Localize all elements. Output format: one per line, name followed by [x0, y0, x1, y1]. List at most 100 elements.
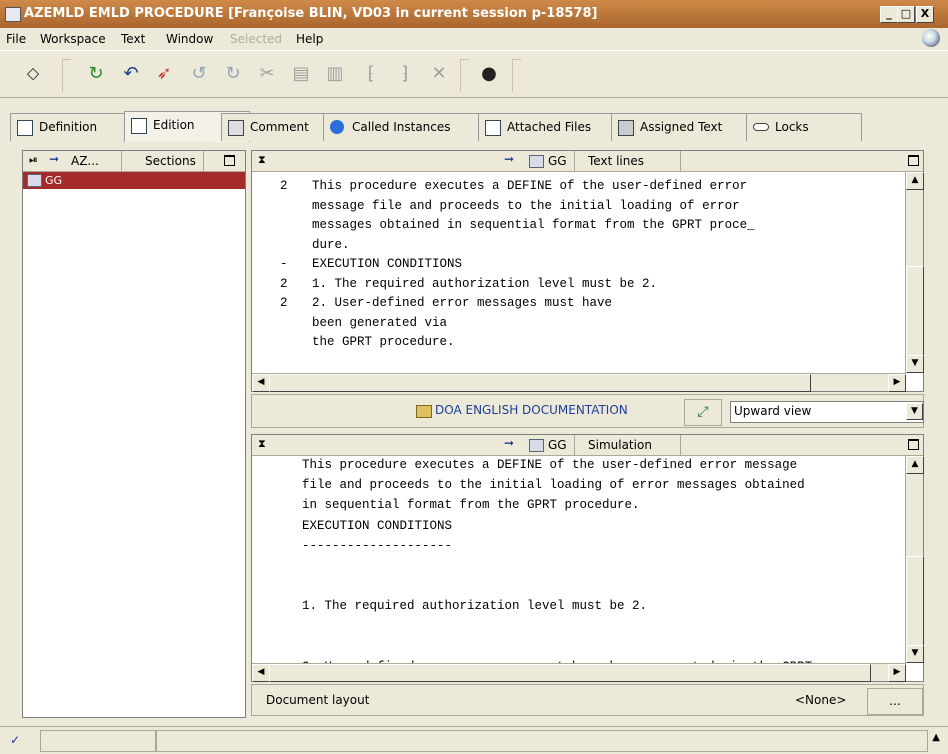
tab-locks[interactable]: Locks	[746, 113, 862, 141]
text-line: messages obtained in sequential format f…	[312, 218, 755, 232]
minimize-button[interactable]: _	[880, 6, 898, 23]
edition-icon	[131, 118, 147, 134]
chevron-up-icon[interactable]: ▲	[932, 732, 940, 743]
document-layout-button[interactable]: ...	[867, 688, 923, 715]
menu-text[interactable]: Text	[121, 32, 145, 46]
simulation-line: EXECUTION CONDITIONS	[302, 518, 453, 533]
menu-workspace[interactable]: Workspace	[40, 32, 106, 46]
undo-icon[interactable]: ↶	[118, 61, 144, 87]
document-icon	[529, 439, 544, 452]
scroll-up-icon[interactable]: ▲	[906, 172, 924, 190]
scroll-thumb[interactable]	[906, 266, 924, 360]
scroll-down-icon[interactable]: ▼	[906, 645, 924, 663]
scroll-thumb[interactable]	[906, 556, 924, 646]
find-icon: ⁆	[401, 63, 409, 84]
document-icon	[529, 155, 544, 168]
sections-pane: ⏯ ➞ AZ... Sections GG	[22, 150, 246, 718]
scroll-right-icon[interactable]: ▶	[888, 374, 906, 392]
document-layout-bar: Document layout <None> ...	[251, 684, 924, 716]
definition-icon	[17, 120, 33, 136]
maximize-button[interactable]: □	[897, 6, 915, 23]
simulation-preview[interactable]: This procedure executes a DEFINE of the …	[252, 456, 906, 663]
redo-disabled-icon: ↻	[225, 63, 241, 84]
locks-icon	[753, 123, 769, 131]
text-lines-breadcrumb: GG	[548, 154, 567, 168]
tab-edition-label: Edition	[153, 118, 195, 132]
simulation-line: in sequential format from the GPRT proce…	[302, 498, 640, 513]
scroll-down-icon[interactable]: ▼	[906, 355, 924, 373]
maximize-pane-icon[interactable]	[908, 439, 919, 450]
text-lines-header: ⧗ ➞ GG Text lines	[252, 151, 923, 172]
text-line: This procedure executes a DEFINE of the …	[312, 179, 748, 193]
close-button[interactable]: X	[916, 6, 934, 23]
collapse-icon[interactable]: ⧗	[258, 153, 266, 167]
switch-view-button[interactable]: ⤢	[684, 399, 722, 426]
app-icon	[5, 7, 21, 22]
text-line: been generated via	[312, 315, 448, 330]
document-layout-value: <None>	[795, 693, 847, 707]
undo-disabled-icon: ↺	[191, 63, 207, 84]
scroll-up-icon[interactable]: ▲	[906, 456, 924, 474]
comment-icon	[228, 120, 244, 136]
text-line: 1. The required authorization level must…	[312, 276, 658, 291]
menu-file[interactable]: File	[6, 32, 26, 46]
title-bar[interactable]: AZEMLD EMLD PROCEDURE [Françoise BLIN, V…	[0, 0, 948, 28]
sections-title: Sections	[145, 154, 196, 168]
scroll-left-icon[interactable]: ◀	[252, 374, 270, 392]
simulation-header: ⧗ ➞ GG Simulation	[252, 435, 923, 456]
chevron-down-icon[interactable]: ▼	[906, 403, 923, 420]
menu-window[interactable]: Window	[166, 32, 213, 46]
horizontal-scrollbar[interactable]: ◀ ▶	[252, 663, 906, 682]
tab-strip: Definition Edition Comment Called Instan…	[10, 111, 938, 143]
scroll-left-icon[interactable]: ◀	[252, 664, 270, 682]
cut-icon: ✂	[259, 63, 275, 84]
menu-bar: File Workspace Text Window Selected Help	[0, 28, 948, 50]
delete-icon: ✕	[431, 63, 447, 84]
maximize-pane-icon[interactable]	[908, 155, 919, 166]
tab-definition-label: Definition	[39, 120, 98, 134]
text-line: EXECUTION CONDITIONS	[312, 257, 463, 271]
palette-icon[interactable]: ●	[476, 61, 502, 87]
horizontal-scrollbar[interactable]: ◀ ▶	[252, 373, 906, 392]
document-layout-label: Document layout	[266, 693, 370, 707]
text-lines-title: Text lines	[588, 154, 644, 168]
simulation-line: 1. The required authorization level must…	[302, 599, 648, 614]
scroll-thumb[interactable]	[269, 664, 871, 682]
simulation-line: file and proceeds to the initial loading…	[302, 478, 805, 493]
pin-icon[interactable]: ➶	[151, 61, 177, 87]
simulation-line: --------------------	[302, 538, 453, 553]
check-icon: ✓	[10, 733, 21, 747]
status-bar: ✓ ▲	[0, 726, 948, 754]
menu-selected: Selected	[230, 32, 283, 46]
scroll-right-icon[interactable]: ▶	[888, 664, 906, 682]
section-item-gg[interactable]: GG	[23, 172, 245, 189]
maximize-pane-icon[interactable]	[224, 155, 235, 166]
tab-locks-label: Locks	[775, 120, 809, 134]
vertical-scrollbar[interactable]: ▲ ▼	[905, 456, 924, 663]
copy-icon: ▤	[292, 63, 310, 84]
toolbar: ⬦ ↻ ↶ ➶ ↺ ↻ ✂ ▤ ▥ ⁅ ⁆ ✕ ●	[0, 50, 948, 98]
arrow-right-icon: ➞	[504, 436, 515, 450]
simulation-line: This procedure executes a DEFINE of the …	[302, 458, 798, 472]
menu-help[interactable]: Help	[296, 32, 323, 46]
line-mark: -	[280, 257, 288, 271]
view-select[interactable]: Upward view ▼	[730, 401, 924, 423]
called-instances-icon	[330, 120, 344, 134]
assigned-text-icon	[618, 120, 634, 136]
arrow-right-icon: ➞	[504, 152, 515, 166]
vertical-scrollbar[interactable]: ▲ ▼	[905, 172, 924, 373]
simulation-breadcrumb: GG	[548, 438, 567, 452]
folder-icon	[416, 405, 432, 418]
refresh-icon[interactable]: ↻	[83, 61, 109, 87]
tab-comment-label: Comment	[250, 120, 309, 134]
sections-nav-label[interactable]: AZ...	[71, 154, 99, 168]
documentation-link[interactable]: DOA ENGLISH DOCUMENTATION	[435, 403, 628, 417]
scroll-thumb[interactable]	[269, 374, 811, 392]
collapse-icon[interactable]: ⏯	[29, 153, 38, 167]
text-lines-editor[interactable]: 2 This procedure executes a DEFINE of the…	[252, 172, 906, 373]
pointer-icon[interactable]: ⬦	[20, 61, 46, 87]
collapse-icon[interactable]: ⧗	[258, 437, 266, 451]
arrow-right-icon[interactable]: ➞	[49, 152, 59, 166]
globe-icon	[922, 29, 940, 47]
documentation-bar: DOA ENGLISH DOCUMENTATION ⤢ Upward view …	[251, 394, 924, 428]
